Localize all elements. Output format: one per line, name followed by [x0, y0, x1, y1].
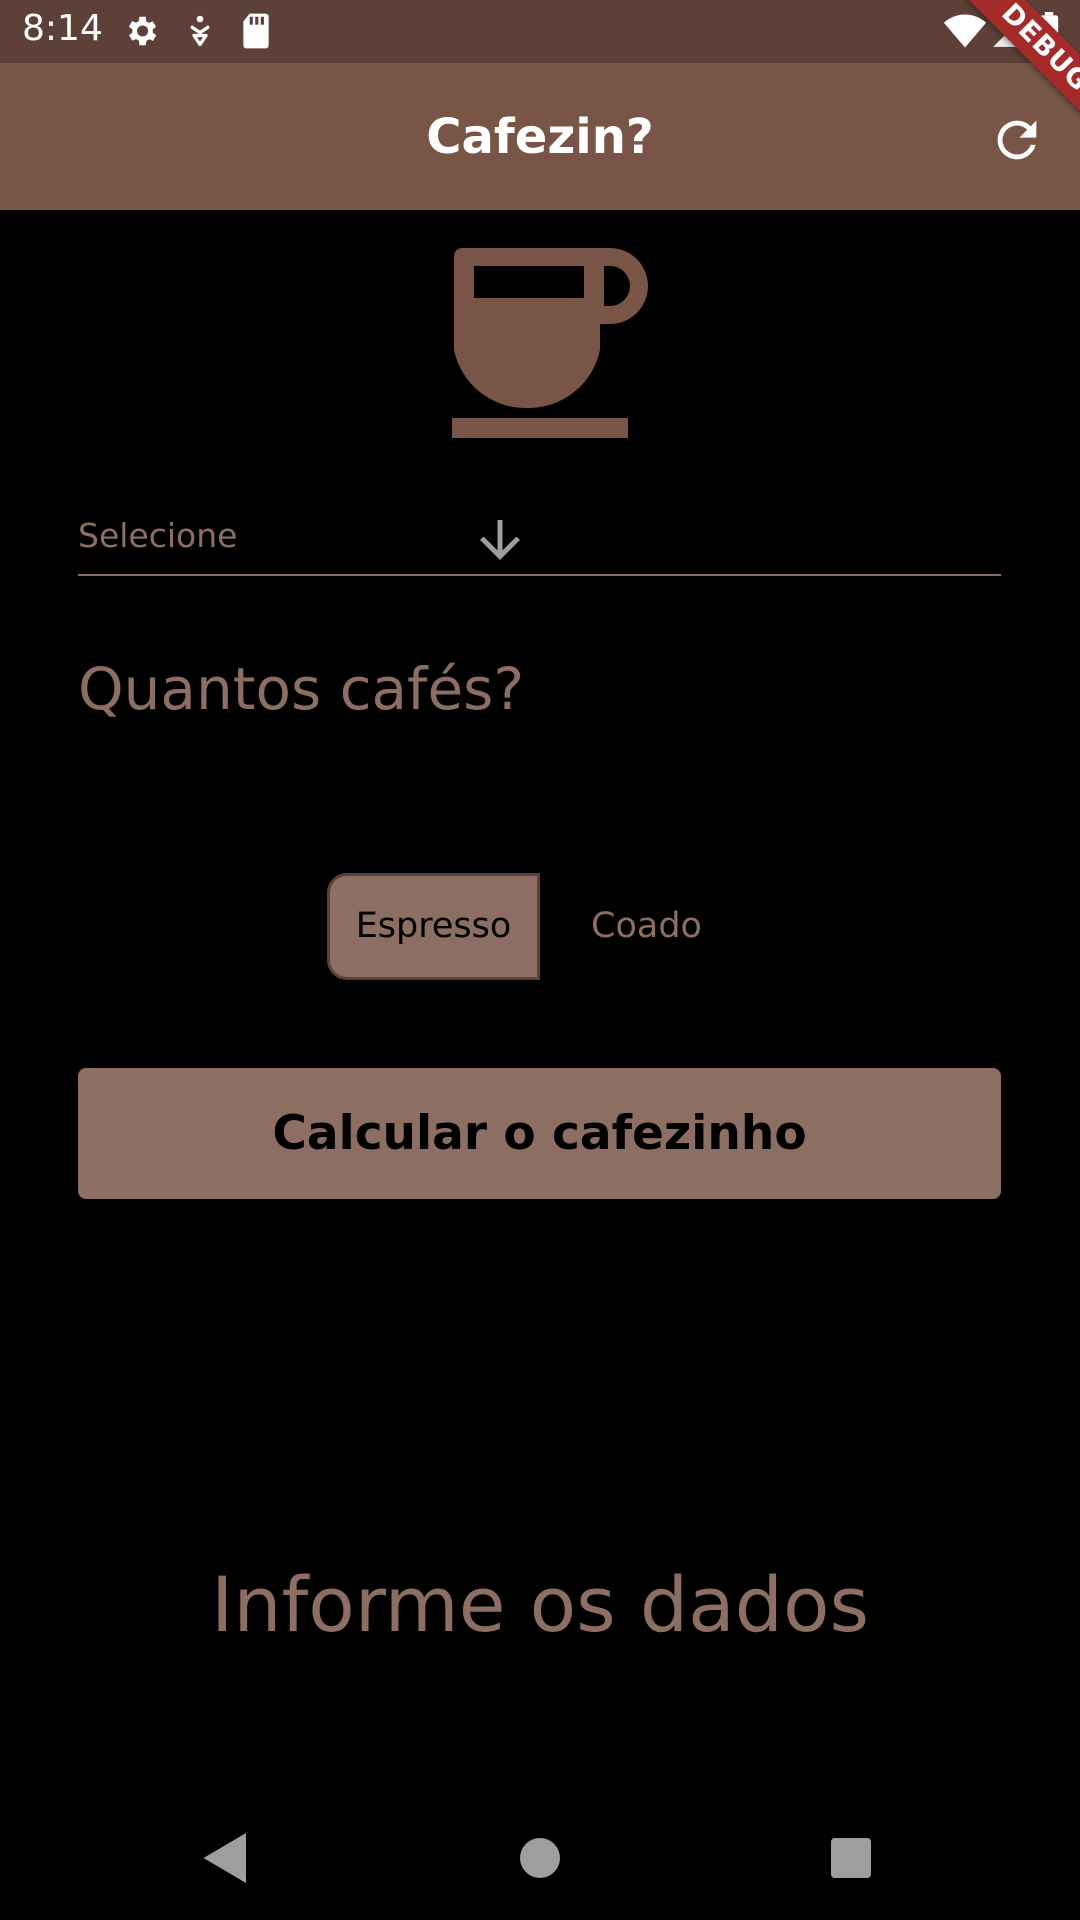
toggle-coado-button[interactable]: Coado: [540, 873, 753, 980]
app-bar: Cafezin?: [0, 63, 1080, 210]
app-screen: 8:14 Cafezin? DEBUG Selecione Quantos ca…: [0, 0, 1080, 1920]
settings-icon: [122, 12, 160, 50]
wifi-icon: [943, 12, 987, 50]
coffee-type-dropdown[interactable]: Selecione: [78, 500, 1001, 576]
status-time: 8:14: [22, 8, 103, 49]
calculate-button[interactable]: Calcular o cafezinho: [78, 1068, 1001, 1199]
back-icon[interactable]: [196, 1828, 256, 1888]
home-icon[interactable]: [510, 1828, 570, 1888]
coffee-cup-icon: [450, 240, 650, 440]
recents-icon[interactable]: [821, 1828, 881, 1888]
status-bar: 8:14: [0, 0, 1080, 63]
refresh-button[interactable]: [988, 111, 1046, 169]
arrow-down-icon: [470, 510, 530, 570]
dropdown-placeholder: Selecione: [78, 516, 238, 555]
app-title: Cafezin?: [426, 109, 654, 165]
refresh-icon: [997, 120, 1037, 160]
toggle-espresso-button[interactable]: Espresso: [327, 873, 540, 980]
result-text: Informe os dados: [210, 1560, 870, 1649]
navigation-bar: [0, 1800, 1080, 1920]
question-heading: Quantos cafés?: [78, 655, 525, 723]
accessibility-icon: [182, 12, 218, 50]
sd-card-icon: [240, 12, 272, 50]
